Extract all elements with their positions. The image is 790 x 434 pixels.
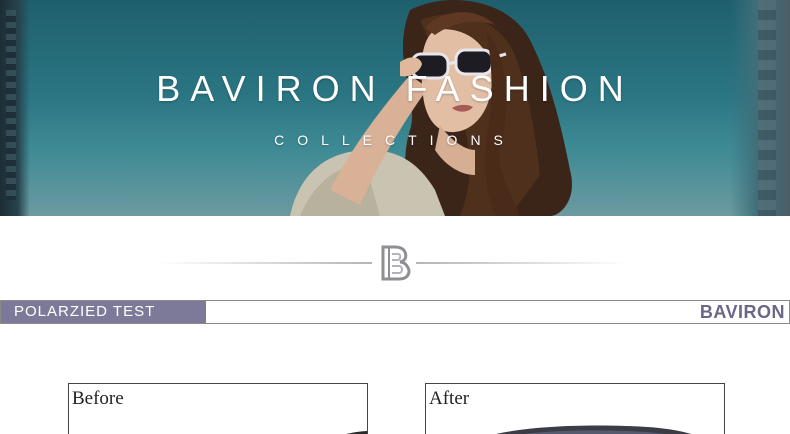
after-lens-image — [496, 425, 691, 434]
before-lens-image — [346, 431, 367, 434]
hero-banner: BAVIRON FASHION COLLECTIONS — [0, 0, 790, 216]
hero-title: BAVIRON FASHION — [156, 68, 634, 109]
polarized-test-tab: POLARZIED TEST — [1, 301, 206, 323]
divider-line-left — [158, 262, 372, 264]
divider-line-right — [416, 262, 630, 264]
brand-name: BAVIRON — [699, 302, 785, 322]
section-header-bar: POLARZIED TEST BAVIRON — [0, 300, 790, 324]
before-panel: Before — [68, 383, 368, 434]
baviron-b-logo-icon — [381, 245, 411, 281]
hero-subtitle: COLLECTIONS — [274, 132, 516, 148]
after-panel: After — [425, 383, 725, 434]
logo-divider — [0, 240, 790, 286]
